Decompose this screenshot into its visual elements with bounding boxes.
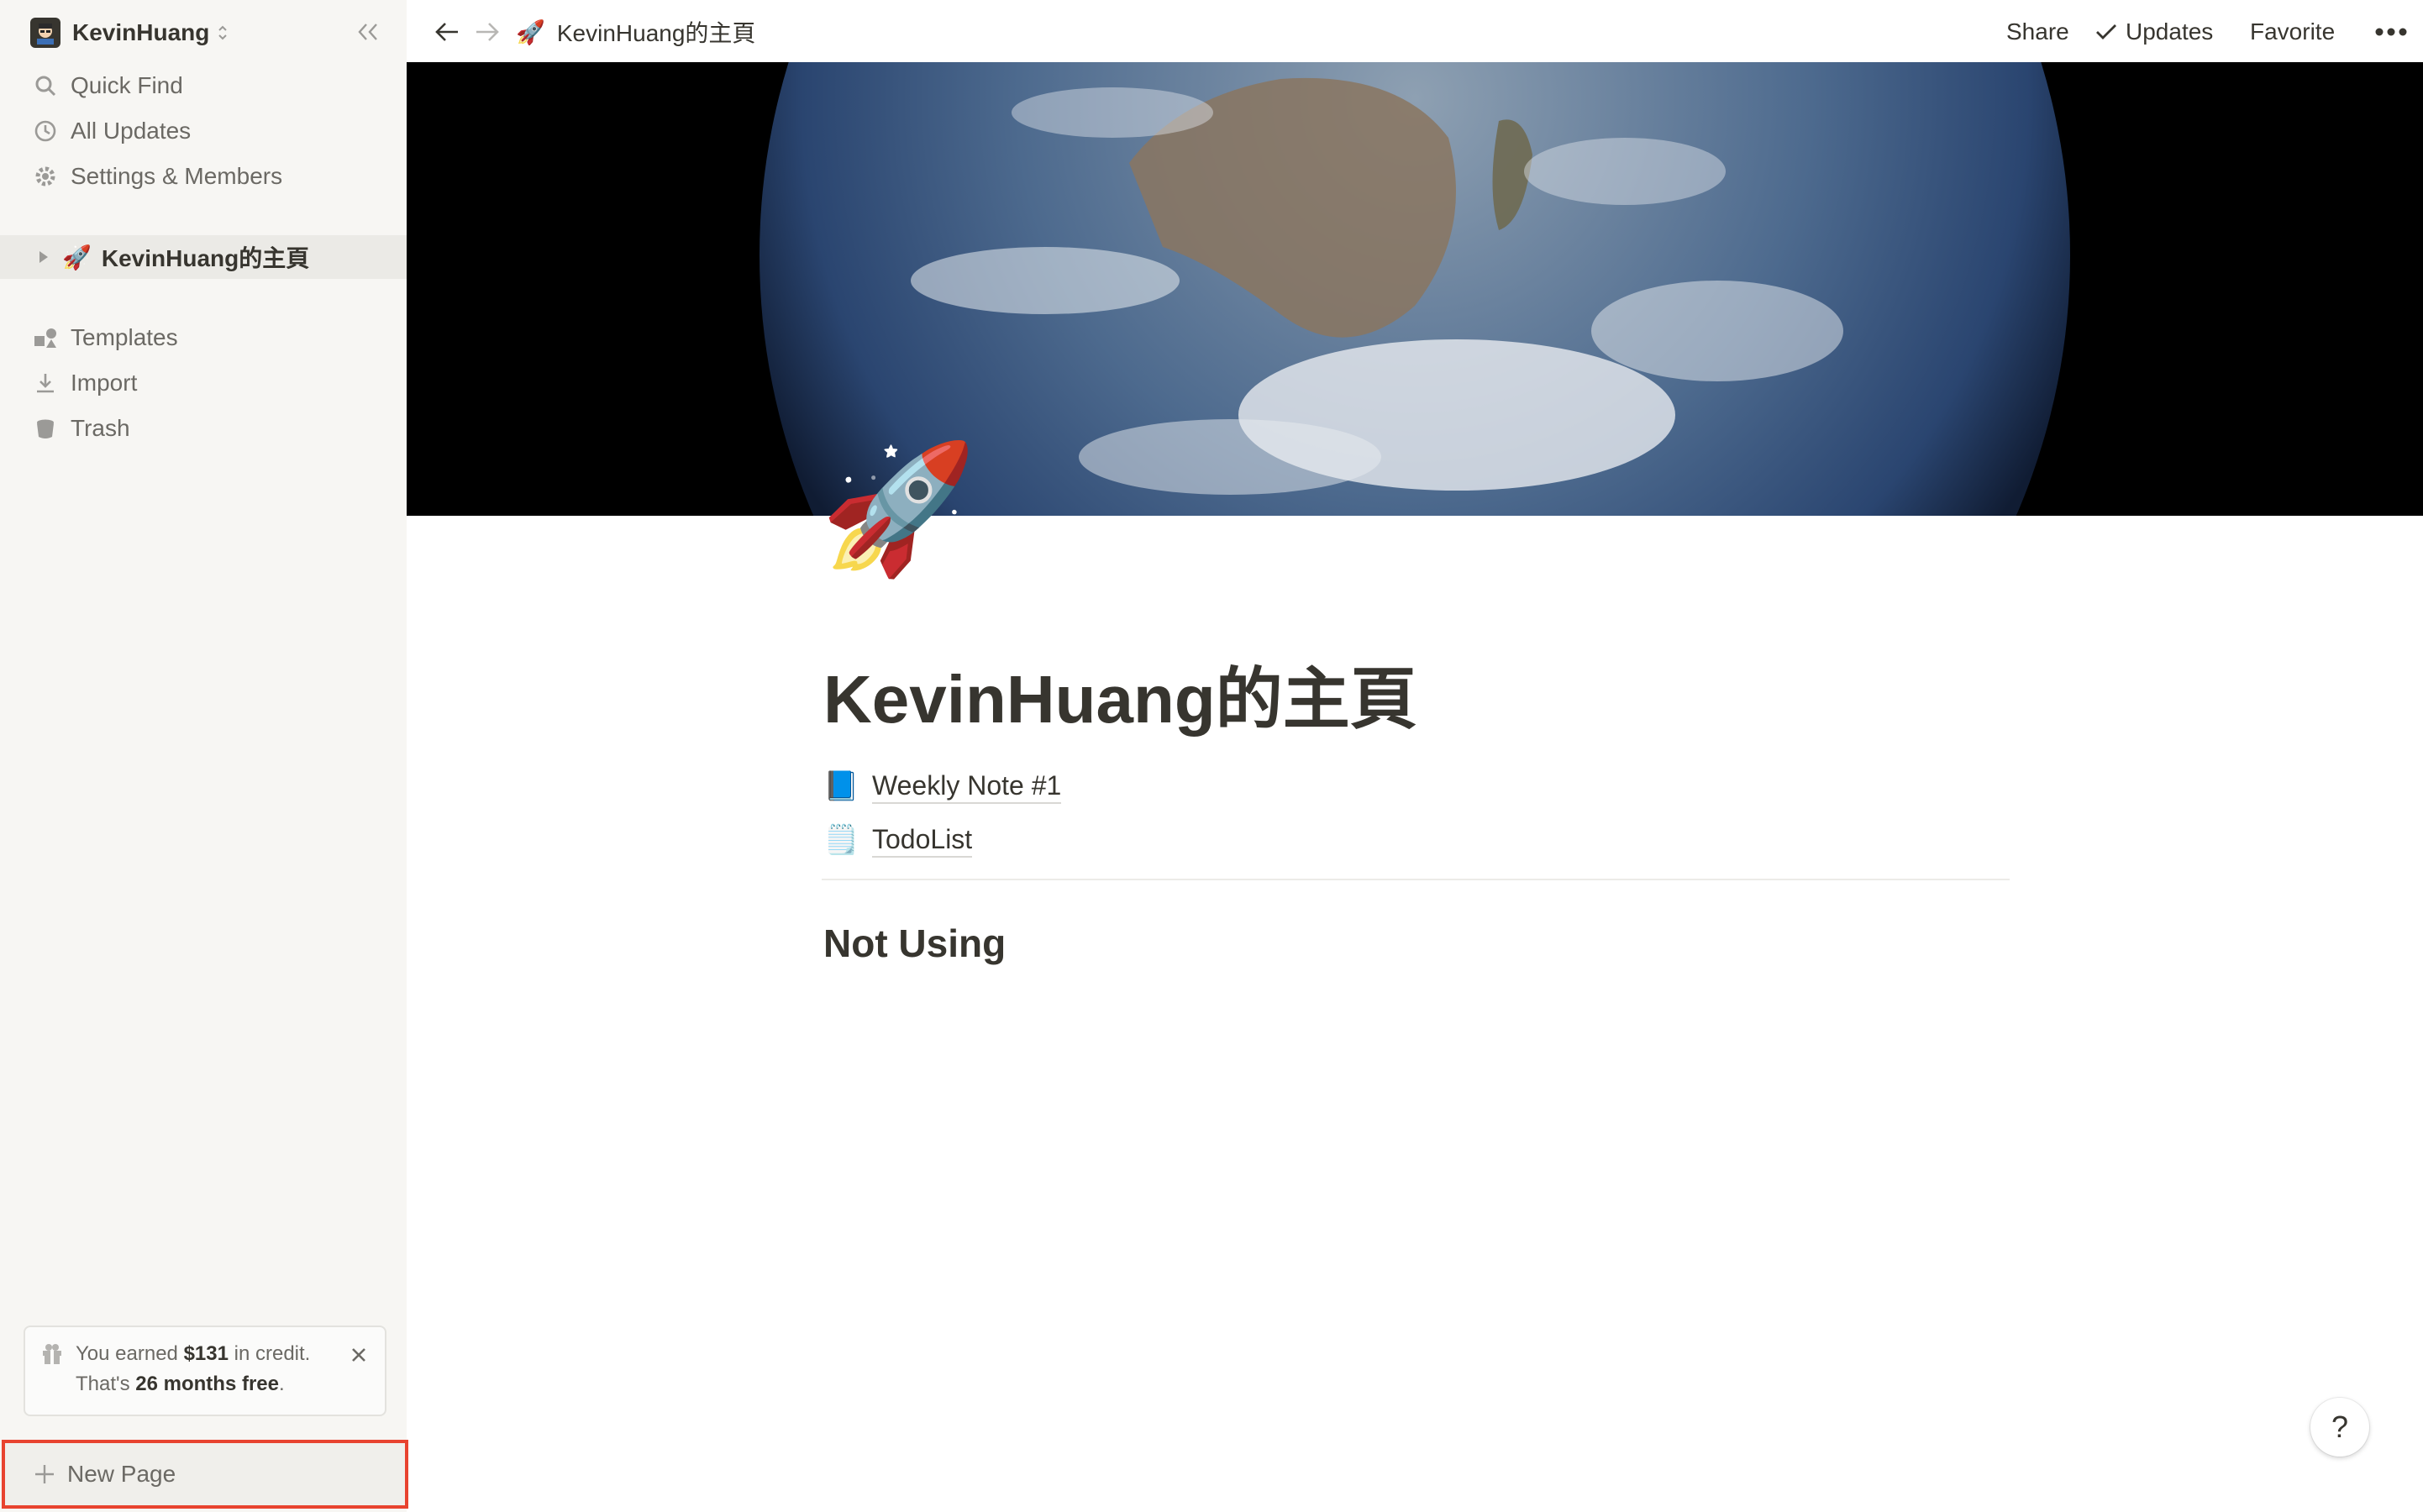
forward-arrow-icon[interactable] [470,15,504,49]
sidebar-page-label: KevinHuang的主頁 [101,245,310,271]
sidebar-item-label: Trash [71,415,130,441]
sidebar: KevinHuang Quick Find All Updates Settin… [0,0,408,1512]
workspace-switcher[interactable]: KevinHuang [17,12,370,54]
section-heading[interactable]: Not Using [823,921,1006,966]
more-options-icon[interactable] [2374,12,2408,52]
sidebar-item-all-updates[interactable]: All Updates [0,109,407,153]
expand-triangle-icon[interactable] [34,247,54,267]
workspace-name: KevinHuang [72,19,210,45]
search-icon [32,72,59,99]
sidebar-item-label: Import [71,370,138,396]
share-button[interactable]: Share [2006,12,2069,52]
page-emoji-icon: 🚀 [62,244,92,270]
templates-icon [32,324,59,351]
favorite-button[interactable]: Favorite [2250,12,2335,52]
chevron-updown-icon [216,23,229,43]
clock-icon [32,118,59,144]
sidebar-item-label: Settings & Members [71,163,283,189]
sidebar-item-settings[interactable]: Settings & Members [0,155,407,198]
sidebar-item-quick-find[interactable]: Quick Find [0,64,407,108]
topbar: 🚀 KevinHuang的主頁 Share Updates Favorite [407,0,2423,62]
back-arrow-icon[interactable] [430,15,464,49]
sidebar-page-home[interactable]: 🚀 KevinHuang的主頁 [0,235,407,279]
share-label: Share [2006,18,2069,45]
sidebar-item-label: All Updates [71,118,192,144]
close-icon[interactable] [346,1342,371,1368]
sidebar-item-import[interactable]: Import [0,361,407,405]
credit-months: 26 months free [135,1373,279,1395]
rocket-icon: 🚀 [516,18,545,45]
page-link-label: TodoList [872,822,973,858]
import-icon [32,370,59,396]
page-icon-rocket[interactable]: 🚀 [820,445,977,571]
sidebar-item-label: Templates [71,324,178,350]
help-button[interactable]: ? [2310,1398,2369,1457]
notepad-icon: 🗒️ [823,824,859,856]
cover-image [407,62,2423,516]
sidebar-item-label: Quick Find [71,72,183,98]
credit-amount: $131 [183,1342,229,1365]
check-icon [2095,23,2117,41]
credit-line-1: You earned $131 in credit. [76,1342,311,1365]
page-link-label: Weekly Note #1 [872,769,1062,804]
plus-icon [34,1463,55,1485]
help-label: ? [2331,1410,2349,1444]
divider [822,879,2010,880]
credit-line-2: That's 26 months free. [76,1373,285,1395]
book-icon: 📘 [823,770,859,802]
sidebar-item-templates[interactable]: Templates [0,316,407,360]
updates-label: Updates [2126,18,2214,45]
page-link-weekly-note[interactable]: 📘 Weekly Note #1 [823,763,1062,810]
breadcrumb[interactable]: 🚀 KevinHuang的主頁 [516,12,755,52]
collapse-sidebar-icon[interactable] [353,17,383,47]
workspace-avatar [30,18,60,48]
updates-button[interactable]: Updates [2095,12,2213,52]
favorite-label: Favorite [2250,18,2336,45]
new-page-button[interactable]: New Page [2,1440,408,1509]
sidebar-item-trash[interactable]: Trash [0,407,407,450]
page-title[interactable]: KevinHuang的主頁 [823,645,1417,743]
gift-icon [40,1342,64,1372]
gear-icon [32,163,59,190]
trash-icon [32,415,59,442]
credit-banner: You earned $131 in credit. That's 26 mon… [24,1326,386,1416]
new-page-label: New Page [67,1461,176,1487]
breadcrumb-label: KevinHuang的主頁 [556,20,756,46]
page-link-todolist[interactable]: 🗒️ TodoList [823,816,973,864]
